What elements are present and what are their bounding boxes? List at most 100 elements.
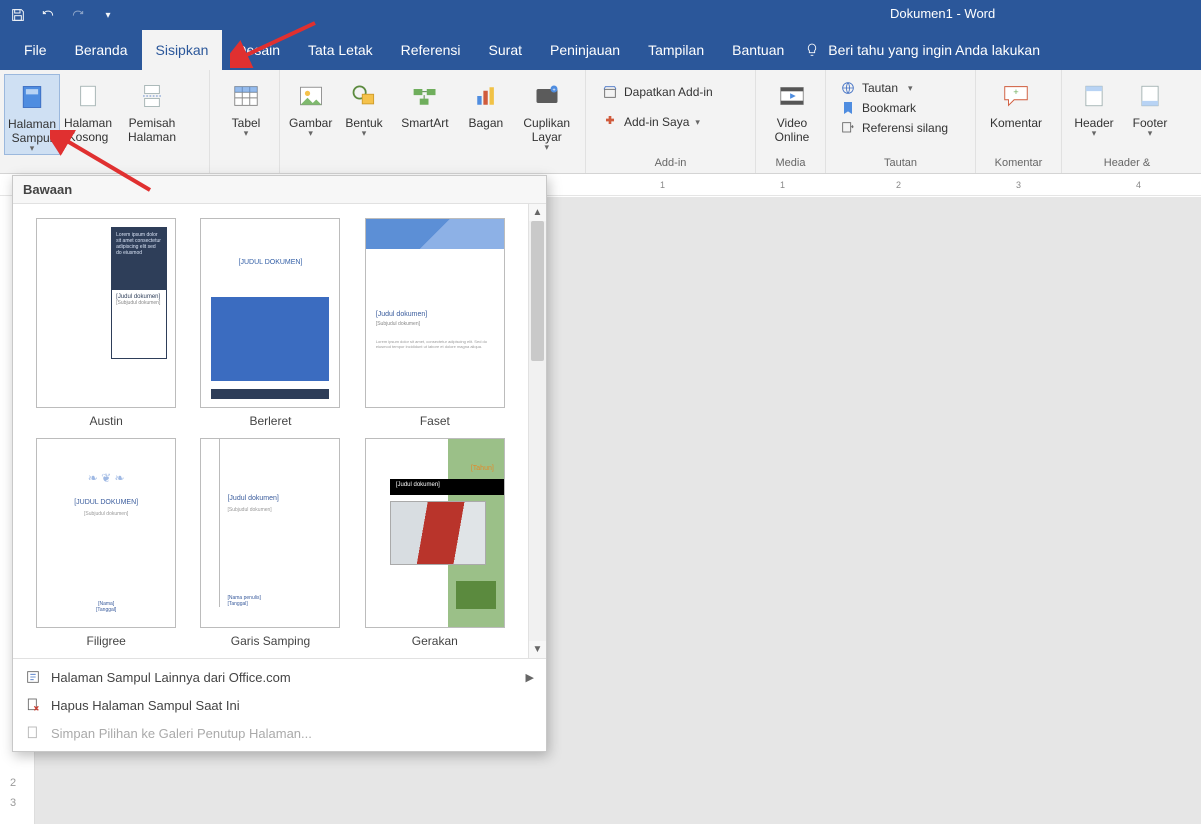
cover-thumb[interactable]: [Judul dokumen] [Subjudul dokumen] Lorem… bbox=[365, 218, 505, 408]
tautan-label: Tautan bbox=[862, 81, 898, 95]
svg-text:+: + bbox=[552, 88, 555, 94]
tab-peninjauan[interactable]: Peninjauan bbox=[536, 30, 634, 70]
blank-page-icon bbox=[70, 78, 106, 114]
referensi-silang-label: Referensi silang bbox=[862, 121, 948, 135]
scroll-thumb[interactable] bbox=[531, 221, 544, 361]
gallery-item-filigree[interactable]: ❧ ❦ ❧ [JUDUL DOKUMEN] [Subjudul dokumen]… bbox=[33, 438, 179, 648]
shapes-icon bbox=[346, 78, 382, 114]
gallery-item-label: Garis Samping bbox=[231, 634, 310, 648]
tab-sisipkan[interactable]: Sisipkan bbox=[142, 30, 223, 70]
gutter-num: 2 bbox=[10, 777, 16, 789]
tab-surat[interactable]: Surat bbox=[475, 30, 536, 70]
gallery-item-garis-samping[interactable]: [Judul dokumen] [Subjudul dokumen] [Nama… bbox=[197, 438, 343, 648]
chart-icon bbox=[468, 78, 504, 114]
redo-icon[interactable] bbox=[66, 4, 90, 26]
cuplikan-layar-button[interactable]: + Cuplikan Layar bbox=[512, 74, 581, 153]
more-label: Halaman Sampul Lainnya dari Office.com bbox=[51, 670, 291, 685]
scroll-up-icon[interactable]: ▲ bbox=[529, 204, 546, 221]
gallery-item-label: Gerakan bbox=[412, 634, 458, 648]
referensi-silang-button[interactable]: Referensi silang bbox=[834, 118, 967, 138]
cover-thumb[interactable]: [Tahun] [Judul dokumen] bbox=[365, 438, 505, 628]
komentar-button[interactable]: + Komentar bbox=[980, 74, 1052, 130]
smartart-label: SmartArt bbox=[401, 116, 448, 130]
bentuk-label: Bentuk bbox=[345, 116, 382, 130]
video-online-button[interactable]: Video Online bbox=[760, 74, 824, 144]
tab-bantuan[interactable]: Bantuan bbox=[718, 30, 798, 70]
screenshot-icon: + bbox=[529, 78, 565, 114]
gallery-item-berleret[interactable]: [JUDUL DOKUMEN] Berleret bbox=[197, 218, 343, 428]
bagan-label: Bagan bbox=[468, 116, 503, 130]
cover-thumb[interactable]: [JUDUL DOKUMEN] bbox=[200, 218, 340, 408]
bagan-button[interactable]: Bagan bbox=[459, 74, 512, 130]
lightbulb-icon bbox=[804, 42, 820, 58]
bentuk-button[interactable]: Bentuk bbox=[337, 74, 390, 139]
tab-tampilan[interactable]: Tampilan bbox=[634, 30, 718, 70]
group-tabel: Tabel bbox=[210, 70, 280, 173]
gallery-scrollbar[interactable]: ▲ ▼ bbox=[528, 204, 546, 658]
qat-customize-icon[interactable]: ▾ bbox=[96, 4, 120, 26]
group-komentar-label: Komentar bbox=[976, 157, 1061, 169]
cover-thumb[interactable]: [Judul dokumen] [Subjudul dokumen] [Nama… bbox=[200, 438, 340, 628]
more-from-office-button[interactable]: Halaman Sampul Lainnya dari Office.com ▶ bbox=[13, 663, 546, 691]
dapatkan-addin-button[interactable]: Dapatkan Add-in bbox=[596, 82, 745, 102]
remove-page-icon bbox=[25, 697, 41, 713]
tab-beranda[interactable]: Beranda bbox=[61, 30, 142, 70]
cuplikan-layar-label: Cuplikan Layar bbox=[514, 116, 579, 144]
tab-referensi[interactable]: Referensi bbox=[387, 30, 475, 70]
save-icon[interactable] bbox=[6, 4, 30, 26]
gallery-item-gerakan[interactable]: [Tahun] [Judul dokumen] Gerakan bbox=[362, 438, 508, 648]
tab-file[interactable]: File bbox=[10, 30, 61, 70]
halaman-kosong-label: Halaman Kosong bbox=[62, 116, 114, 144]
halaman-kosong-button[interactable]: Halaman Kosong bbox=[60, 74, 116, 144]
gallery-section-header: Bawaan bbox=[13, 176, 546, 204]
crossref-icon bbox=[840, 120, 856, 136]
gutter-num: 3 bbox=[10, 797, 16, 809]
gallery-item-faset[interactable]: [Judul dokumen] [Subjudul dokumen] Lorem… bbox=[362, 218, 508, 428]
tautan-button[interactable]: Tautan▾ bbox=[834, 78, 967, 98]
store-icon bbox=[602, 84, 618, 100]
remove-cover-button[interactable]: Hapus Halaman Sampul Saat Ini bbox=[13, 691, 546, 719]
gallery-grid: Lorem ipsum dolor sit amet consectetur a… bbox=[13, 204, 528, 658]
title-bar: ▾ Dokumen1 - Word bbox=[0, 0, 1201, 30]
scroll-down-icon[interactable]: ▼ bbox=[529, 641, 546, 658]
save-selection-button: Simpan Pilihan ke Galeri Penutup Halaman… bbox=[13, 719, 546, 747]
quick-access-toolbar: ▾ bbox=[0, 4, 126, 26]
gambar-button[interactable]: Gambar bbox=[284, 74, 337, 139]
cover-thumb[interactable]: Lorem ipsum dolor sit amet consectetur a… bbox=[36, 218, 176, 408]
pemisah-halaman-button[interactable]: Pemisah Halaman bbox=[116, 74, 188, 144]
bookmark-button[interactable]: Bookmark bbox=[834, 98, 967, 118]
tab-tataletak[interactable]: Tata Letak bbox=[294, 30, 387, 70]
ribbon: Halaman Sampul Halaman Kosong Pemisah Ha… bbox=[0, 70, 1201, 174]
window-title: Dokumen1 - Word bbox=[890, 6, 995, 21]
tab-desain[interactable]: Desain bbox=[222, 30, 294, 70]
tabel-button[interactable]: Tabel bbox=[214, 74, 278, 139]
undo-icon[interactable] bbox=[36, 4, 60, 26]
cover-page-gallery: Bawaan Lorem ipsum dolor sit amet consec… bbox=[12, 175, 547, 752]
addin-saya-button[interactable]: Add-in Saya ▾ bbox=[596, 112, 745, 132]
page-cover-icon bbox=[14, 79, 50, 115]
halaman-sampul-label: Halaman Sampul bbox=[7, 117, 57, 145]
ruler-num: 4 bbox=[1136, 180, 1141, 190]
remove-label: Hapus Halaman Sampul Saat Ini bbox=[51, 698, 240, 713]
dapatkan-addin-label: Dapatkan Add-in bbox=[624, 85, 713, 99]
header-button[interactable]: Header bbox=[1066, 74, 1122, 139]
footer-label: Footer bbox=[1133, 116, 1168, 130]
smartart-button[interactable]: SmartArt bbox=[391, 74, 460, 130]
gambar-label: Gambar bbox=[289, 116, 332, 130]
myaddins-icon bbox=[602, 114, 618, 130]
tell-me[interactable]: Beri tahu yang ingin Anda lakukan bbox=[804, 30, 1040, 70]
video-icon bbox=[774, 78, 810, 114]
gallery-item-label: Filigree bbox=[86, 634, 125, 648]
group-headerfooter-label: Header & bbox=[1062, 157, 1192, 169]
ribbon-tab-strip: File Beranda Sisipkan Desain Tata Letak … bbox=[0, 30, 1201, 70]
link-icon bbox=[840, 80, 856, 96]
gallery-item-label: Berleret bbox=[249, 414, 291, 428]
group-addin-label: Add-in bbox=[586, 157, 755, 169]
group-ilustrasi: Gambar Bentuk SmartArt Bagan + Cuplikan … bbox=[280, 70, 586, 173]
footer-button[interactable]: Footer bbox=[1122, 74, 1178, 139]
cover-thumb[interactable]: ❧ ❦ ❧ [JUDUL DOKUMEN] [Subjudul dokumen]… bbox=[36, 438, 176, 628]
table-icon bbox=[228, 78, 264, 114]
halaman-sampul-button[interactable]: Halaman Sampul bbox=[4, 74, 60, 155]
tabel-label: Tabel bbox=[232, 116, 261, 130]
gallery-item-austin[interactable]: Lorem ipsum dolor sit amet consectetur a… bbox=[33, 218, 179, 428]
